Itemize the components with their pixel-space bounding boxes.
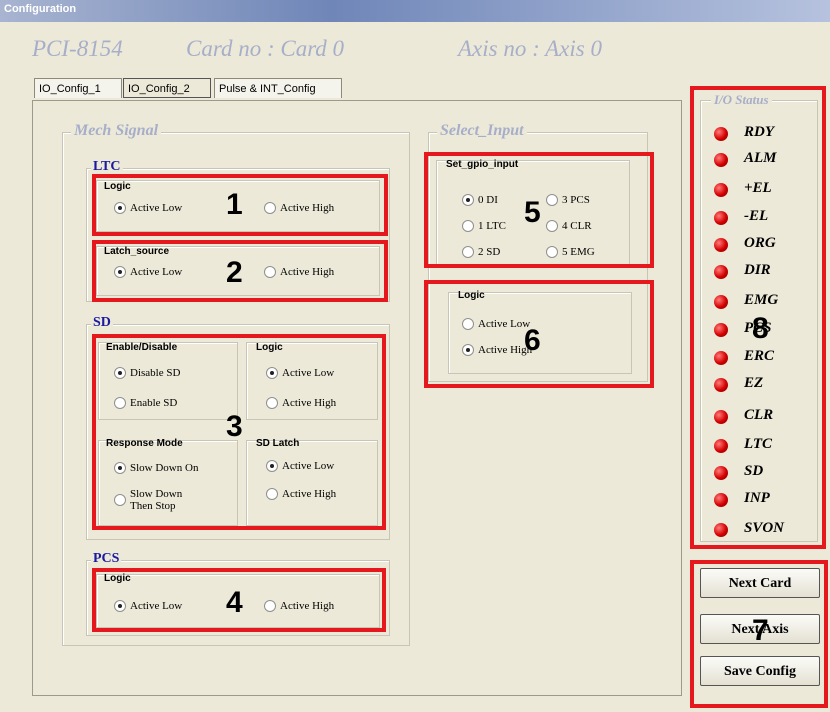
pcs-title: PCS xyxy=(91,551,122,567)
annotation-number-3: 3 xyxy=(226,410,243,443)
card-label: Card no : Card 0 xyxy=(186,36,345,61)
tab-io-config-1[interactable]: IO_Config_1 xyxy=(34,78,122,98)
annotation-number-2: 2 xyxy=(226,256,243,289)
annotation-number-6: 6 xyxy=(524,324,541,357)
axis-label: Axis no : Axis 0 xyxy=(458,36,602,61)
tab-pulse-int-config[interactable]: Pulse & INT_Config xyxy=(214,78,342,98)
select-input-title: Select_Input xyxy=(437,122,527,140)
annotation-number-4: 4 xyxy=(226,586,243,619)
annotation-number-5: 5 xyxy=(524,196,541,229)
mech-signal-title: Mech Signal xyxy=(71,122,162,140)
configuration-window: Configuration PCI-8154 Card no : Card 0 … xyxy=(0,0,830,712)
annotation-number-8: 8 xyxy=(752,312,769,345)
window-title: Configuration xyxy=(4,3,77,15)
title-bar: Configuration xyxy=(0,0,830,22)
tab-io-config-2[interactable]: IO_Config_2 xyxy=(123,78,211,98)
model-label: PCI-8154 xyxy=(32,36,123,61)
annotation-number-1: 1 xyxy=(226,188,243,221)
annotation-number-7: 7 xyxy=(752,614,769,647)
ltc-title: LTC xyxy=(91,159,123,175)
sd-title: SD xyxy=(91,315,113,331)
